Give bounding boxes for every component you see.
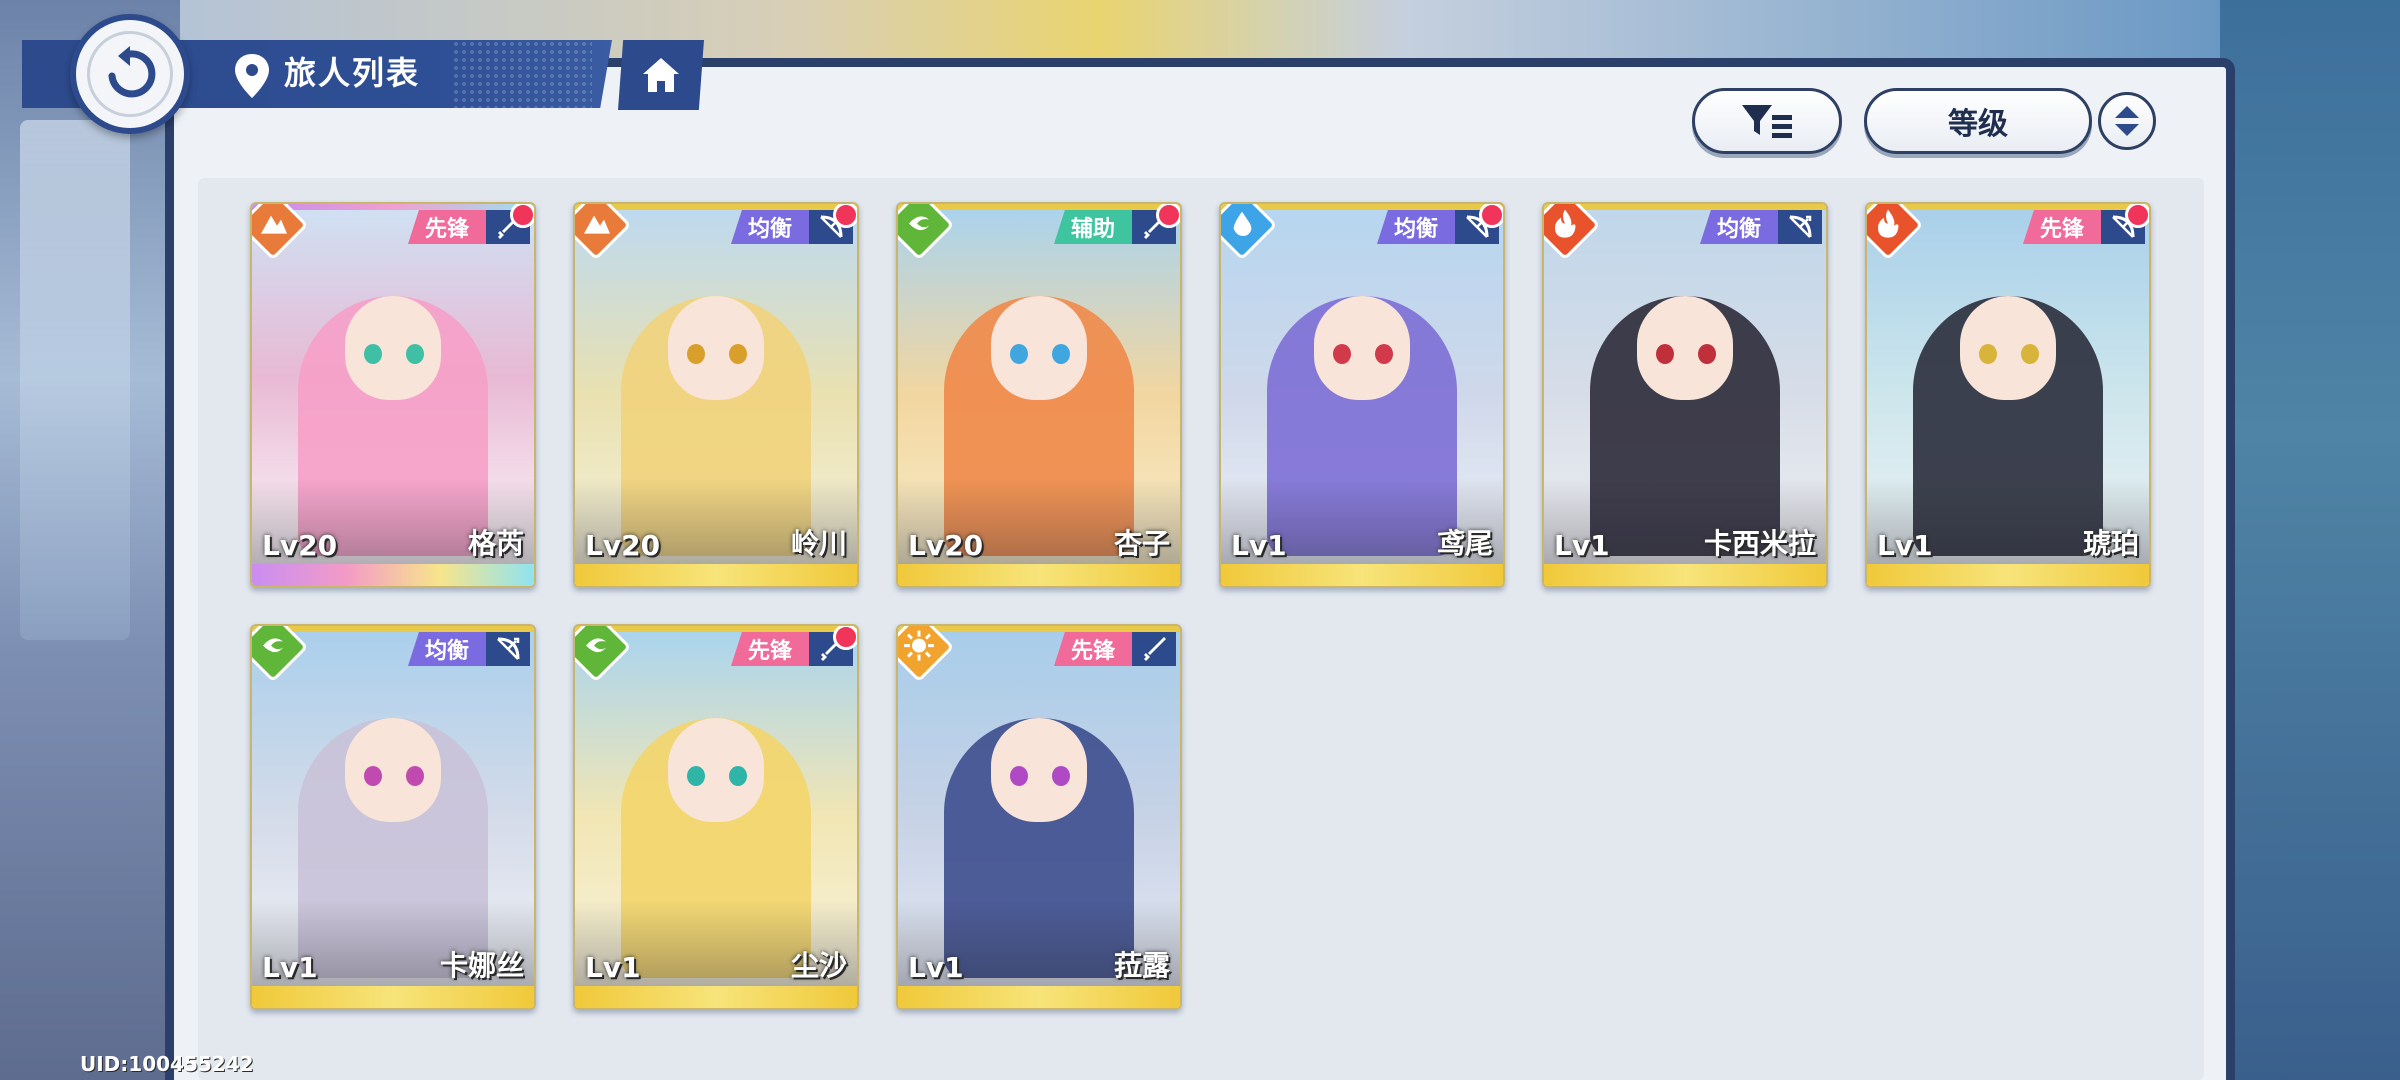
light-icon bbox=[904, 630, 934, 661]
character-card[interactable]: 均衡 Lv1 鸢尾 bbox=[1219, 202, 1505, 588]
wind-icon bbox=[586, 638, 606, 653]
character-name: 琥珀 bbox=[2082, 527, 2139, 560]
bow-icon bbox=[497, 637, 520, 660]
character-name: 菈露 bbox=[1113, 949, 1170, 982]
fire-icon bbox=[1555, 209, 1576, 238]
user-id-label: UID:100455242 bbox=[80, 1052, 254, 1076]
role-tag: 均衡 bbox=[1377, 210, 1455, 244]
character-name: 杏子 bbox=[1113, 527, 1170, 560]
background-right-scenery bbox=[2220, 0, 2400, 1080]
weapon-tag bbox=[1778, 210, 1822, 244]
character-level: Lv1 bbox=[585, 951, 641, 984]
role-tag: 均衡 bbox=[1700, 210, 1778, 244]
character-level: Lv20 bbox=[908, 529, 984, 562]
water-icon bbox=[1233, 211, 1252, 236]
character-card[interactable]: 先锋 Lv1 琥珀 bbox=[1865, 202, 2151, 588]
home-icon bbox=[643, 58, 679, 92]
fire-icon bbox=[1878, 209, 1899, 238]
character-card[interactable]: 先锋 Lv1 尘沙 bbox=[573, 624, 859, 1010]
filter-icon bbox=[1742, 105, 1792, 138]
role-tag: 先锋 bbox=[731, 632, 809, 666]
character-level: Lv1 bbox=[1231, 529, 1287, 562]
sort-order-toggle[interactable] bbox=[2098, 92, 2156, 150]
rarity-bar bbox=[252, 986, 534, 1008]
character-card[interactable]: 均衡 Lv20 岭川 bbox=[573, 202, 859, 588]
notification-dot bbox=[833, 626, 857, 650]
earth-icon bbox=[261, 215, 287, 234]
notification-dot bbox=[2125, 204, 2149, 228]
filter-button[interactable] bbox=[1692, 88, 1842, 154]
character-name: 卡娜丝 bbox=[439, 949, 524, 982]
character-name: 尘沙 bbox=[790, 949, 847, 982]
character-name: 卡西米拉 bbox=[1703, 527, 1816, 560]
character-level: Lv20 bbox=[585, 529, 661, 562]
role-tag: 先锋 bbox=[1054, 632, 1132, 666]
character-level: Lv1 bbox=[262, 951, 318, 984]
role-tag: 均衡 bbox=[408, 632, 486, 666]
character-card[interactable]: 先锋 Lv1 菈露 bbox=[896, 624, 1182, 1010]
sort-by-level-button[interactable]: 等级 bbox=[1864, 88, 2092, 154]
rarity-bar bbox=[1221, 564, 1503, 586]
character-level: Lv1 bbox=[1554, 529, 1610, 562]
rarity-bar bbox=[898, 986, 1180, 1008]
wind-icon bbox=[909, 216, 929, 231]
rarity-bar bbox=[575, 986, 857, 1008]
bow-icon bbox=[1789, 215, 1812, 238]
rarity-bar bbox=[575, 564, 857, 586]
location-pin-icon bbox=[235, 54, 269, 98]
back-arrow-icon bbox=[108, 46, 156, 98]
rarity-bar bbox=[1867, 564, 2149, 586]
sort-order-icon bbox=[2115, 106, 2139, 136]
rarity-bar bbox=[1544, 564, 1826, 586]
character-card[interactable]: 均衡 Lv1 卡娜丝 bbox=[250, 624, 536, 1010]
rarity-bar bbox=[898, 564, 1180, 586]
page-title: 旅人列表 bbox=[284, 54, 421, 92]
character-card[interactable]: 先锋 Lv20 格芮 bbox=[250, 202, 536, 588]
role-tag: 辅助 bbox=[1054, 210, 1132, 244]
character-level: Lv1 bbox=[1877, 529, 1933, 562]
back-button[interactable] bbox=[70, 14, 190, 134]
character-level: Lv1 bbox=[908, 951, 964, 984]
character-grid: 先锋 Lv20 格芮 均衡 Lv20 岭川 辅助 Lv20 杏子 均衡 Lv1 … bbox=[198, 178, 2204, 1080]
sword-icon bbox=[1144, 637, 1166, 661]
notification-dot bbox=[1156, 204, 1180, 228]
rarity-bar bbox=[252, 564, 534, 586]
notification-dot bbox=[833, 204, 857, 228]
notification-dot bbox=[1479, 204, 1503, 228]
background-left-scenery bbox=[0, 0, 180, 1080]
earth-icon bbox=[584, 215, 610, 234]
role-tag: 先锋 bbox=[408, 210, 486, 244]
weapon-tag bbox=[486, 632, 530, 666]
home-button[interactable] bbox=[618, 40, 704, 110]
character-name: 格芮 bbox=[467, 527, 524, 560]
character-name: 鸢尾 bbox=[1436, 527, 1493, 560]
wind-icon bbox=[263, 638, 283, 653]
weapon-tag bbox=[1132, 632, 1176, 666]
character-name: 岭川 bbox=[790, 527, 847, 560]
role-tag: 先锋 bbox=[2023, 210, 2101, 244]
role-tag: 均衡 bbox=[731, 210, 809, 244]
notification-dot bbox=[510, 204, 534, 228]
character-card[interactable]: 均衡 Lv1 卡西米拉 bbox=[1542, 202, 1828, 588]
character-level: Lv20 bbox=[262, 529, 338, 562]
character-card[interactable]: 辅助 Lv20 杏子 bbox=[896, 202, 1182, 588]
